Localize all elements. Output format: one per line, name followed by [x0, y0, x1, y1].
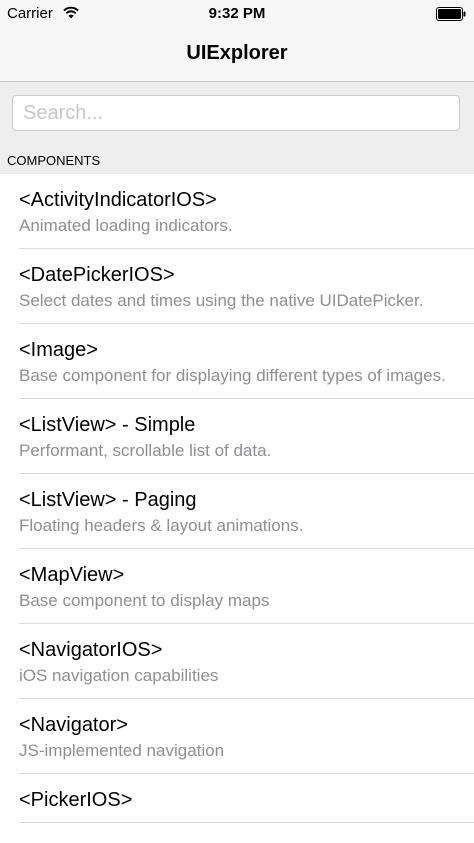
page-title: UIExplorer [186, 42, 288, 64]
battery-icon [436, 7, 466, 21]
list-item-image[interactable]: <Image> Base component for displaying di… [0, 324, 474, 399]
section-header-label: COMPONENTS [7, 153, 101, 168]
status-bar: Carrier 9:32 PM [0, 0, 474, 28]
list-item-description: Select dates and times using the native … [19, 291, 424, 310]
list-item-description: Animated loading indicators. [19, 216, 233, 235]
list-item-date-picker-ios[interactable]: <DatePickerIOS> Select dates and times u… [0, 249, 474, 324]
list-item-navigator[interactable]: <Navigator> JS-implemented navigation [0, 699, 474, 774]
list-item-title: <Image> [19, 339, 98, 361]
list-item-description: Performant, scrollable list of data. [19, 441, 272, 460]
list-item-title: <MapView> [19, 564, 125, 586]
list-item-description: Base component to display maps [19, 591, 270, 610]
search-input[interactable] [12, 95, 460, 131]
list-item-title: <Navigator> [19, 714, 128, 736]
list-item-navigator-ios[interactable]: <NavigatorIOS> iOS navigation capabiliti… [0, 624, 474, 699]
list-item-description: JS-implemented navigation [19, 741, 225, 760]
list-item-title: <PickerIOS> [19, 789, 133, 811]
list-item-picker-ios[interactable]: <PickerIOS> [0, 774, 474, 823]
list-item-list-view-paging[interactable]: <ListView> - Paging Floating headers & l… [0, 474, 474, 549]
list-item-description: Base component for displaying different … [19, 366, 446, 385]
list-item-title: <ActivityIndicatorIOS> [19, 189, 217, 211]
component-list: <ActivityIndicatorIOS> Animated loading … [0, 174, 474, 823]
navigation-bar: UIExplorer [0, 28, 474, 82]
list-item-map-view[interactable]: <MapView> Base component to display maps [0, 549, 474, 624]
list-item-title: <ListView> - Simple [19, 414, 196, 436]
list-item-description: Floating headers & layout animations. [19, 516, 304, 535]
section-header: COMPONENTS [0, 148, 474, 174]
list-item-title: <NavigatorIOS> [19, 639, 163, 661]
list-item-title: <DatePickerIOS> [19, 264, 175, 286]
list-item-title: <ListView> - Paging [19, 489, 197, 511]
list-item-list-view-simple[interactable]: <ListView> - Simple Performant, scrollab… [0, 399, 474, 474]
search-bar [0, 82, 474, 148]
status-time: 9:32 PM [208, 5, 266, 22]
list-item-description: iOS navigation capabilities [19, 666, 219, 685]
list-item-activity-indicator-ios[interactable]: <ActivityIndicatorIOS> Animated loading … [0, 174, 474, 249]
